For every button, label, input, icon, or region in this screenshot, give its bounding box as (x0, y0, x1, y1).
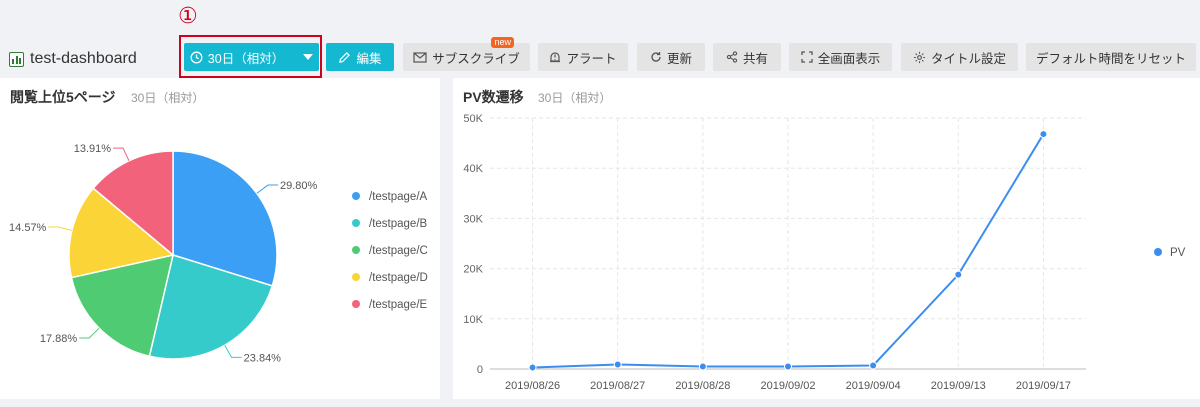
legend-label: /testpage/D (369, 272, 428, 284)
pie-value-label: 14.57% (9, 222, 47, 234)
share-icon (726, 51, 738, 63)
pie-value-label: 13.91% (74, 143, 112, 155)
line-chart: 0 10K 20K 30K 40K 50K 2019/08/26 2019/08/27 2019… (463, 113, 1186, 392)
y-tick-label: 30K (463, 213, 483, 225)
y-tick-label: 0 (477, 364, 483, 376)
reset-time-button[interactable]: デフォルト時間をリセット (1026, 43, 1196, 71)
refresh-icon (651, 52, 661, 62)
refresh-label: 更新 (666, 51, 692, 66)
legend-marker (352, 300, 360, 308)
gear-icon (913, 51, 926, 63)
pie-leader-line (256, 184, 279, 194)
legend-label: /testpage/C (369, 245, 428, 257)
legend-marker (352, 246, 360, 254)
pv-data-point (869, 361, 878, 370)
dashboard-title: test-dashboard (9, 50, 137, 68)
annotation-highlight-box (179, 35, 322, 78)
legend-label: /testpage/E (369, 299, 428, 311)
title-settings-label: タイトル設定 (930, 51, 1006, 66)
legend-label: /testpage/A (369, 191, 428, 203)
legend-marker (1154, 248, 1162, 256)
pv-data-point (784, 362, 792, 371)
pie-chart: 29.80% 23.84% 17.88% 14.57% 13.91% /testpage/… (9, 143, 428, 364)
alert-label: アラート (566, 51, 617, 66)
x-tick-label: 2019/08/28 (675, 380, 730, 392)
x-tick-label: 2019/08/26 (505, 380, 560, 392)
legend-marker (352, 219, 360, 227)
dashboard-title-text: test-dashboard (30, 50, 137, 67)
y-tick-label: 50K (463, 113, 483, 125)
annotation-marker: ① (178, 4, 198, 29)
fullscreen-icon (801, 51, 813, 63)
edit-label: 編集 (356, 51, 382, 66)
reset-time-label: デフォルト時間をリセット (1035, 51, 1186, 66)
new-badge: new (491, 37, 514, 48)
alert-bell-icon (550, 51, 561, 62)
pie-value-label: 29.80% (280, 180, 318, 192)
pie-leader-line (48, 226, 73, 231)
pie-leader-line (224, 344, 242, 358)
legend-marker (352, 273, 360, 281)
legend-marker (352, 192, 360, 200)
x-tick-label: 2019/08/27 (590, 380, 645, 392)
y-tick-label: 10K (463, 314, 483, 326)
pv-data-point (1039, 130, 1048, 139)
share-label: 共有 (742, 51, 768, 66)
x-tick-label: 2019/09/02 (760, 380, 815, 392)
title-settings-button[interactable]: タイトル設定 (901, 43, 1018, 71)
x-tick-label: 2019/09/13 (931, 380, 986, 392)
mail-icon (413, 51, 427, 63)
fullscreen-button[interactable]: 全画面表示 (789, 43, 892, 71)
pv-data-point (613, 360, 622, 369)
alert-button[interactable]: アラート (538, 43, 628, 71)
x-tick-label: 2019/09/04 (846, 380, 901, 392)
dashboard-chart-icon (9, 51, 24, 67)
pencil-icon (339, 51, 351, 63)
subscribe-button[interactable]: サブスクライブ new (403, 37, 530, 71)
subscribe-label: サブスクライブ (432, 51, 520, 66)
pv-data-point (954, 270, 963, 279)
x-tick-label: 2019/09/17 (1016, 380, 1071, 392)
share-button[interactable]: 共有 (713, 43, 781, 71)
fullscreen-label: 全画面表示 (817, 51, 881, 66)
y-tick-label: 20K (463, 264, 483, 276)
edit-button[interactable]: 編集 (326, 43, 394, 71)
legend-label: /testpage/B (369, 218, 428, 230)
pv-data-point (698, 362, 707, 371)
pie-leader-line (113, 147, 130, 161)
pv-data-point (528, 363, 537, 372)
y-tick-label: 40K (463, 163, 483, 175)
legend-label: PV (1170, 247, 1186, 259)
pie-value-label: 17.88% (40, 333, 78, 345)
refresh-button[interactable]: 更新 (637, 43, 705, 71)
pie-value-label: 23.84% (244, 352, 282, 364)
pie-leader-line (79, 327, 100, 339)
